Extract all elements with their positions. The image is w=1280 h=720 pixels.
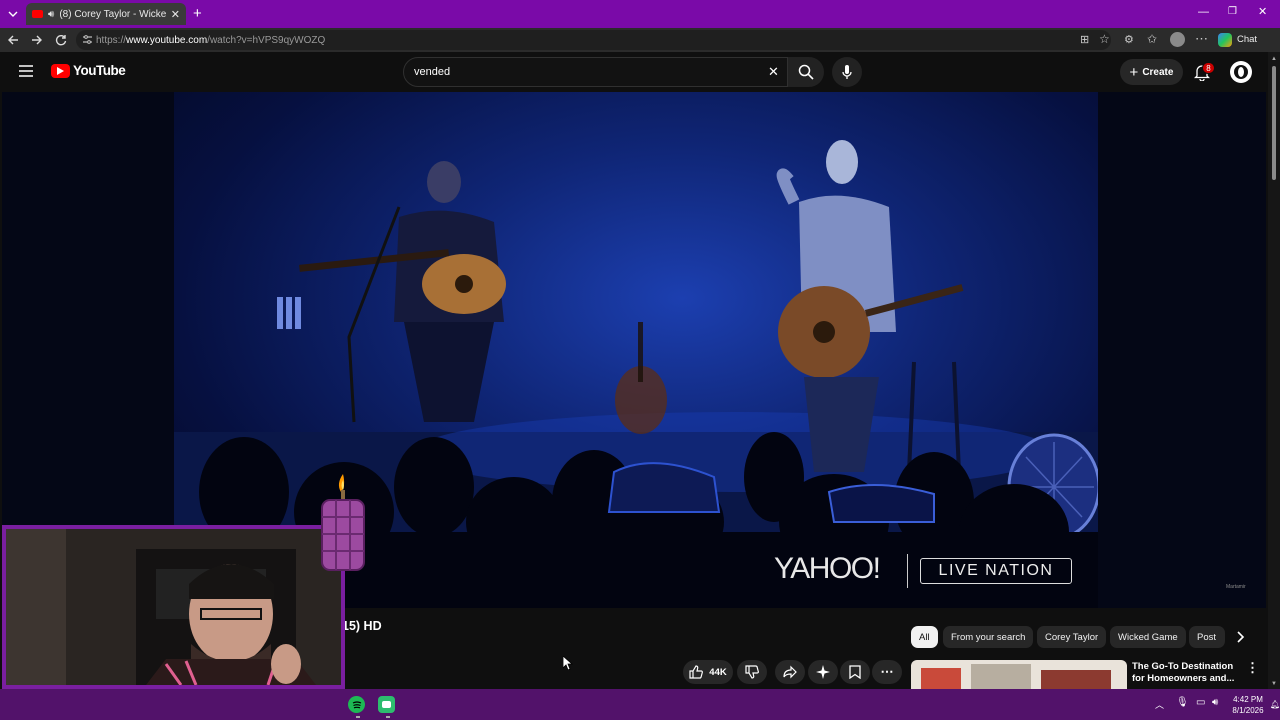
youtube-play-icon	[51, 63, 70, 78]
url-prefix: https://	[96, 34, 127, 46]
spotify-running-indicator	[356, 716, 360, 718]
clock-time: 4:42 PM	[1233, 695, 1263, 704]
more-actions-button[interactable]: ⋯	[872, 660, 902, 684]
extensions-icon[interactable]: ⚙	[1124, 33, 1134, 46]
youtube-logo[interactable]: YouTube	[51, 63, 126, 78]
clear-search-icon[interactable]: ✕	[768, 64, 779, 80]
ask-ai-button[interactable]	[808, 660, 838, 684]
forward-icon[interactable]	[30, 33, 44, 47]
bookmark-icon	[849, 665, 861, 679]
like-button[interactable]: 44K	[683, 660, 733, 684]
video-title: 15) HD	[342, 619, 382, 633]
back-icon[interactable]	[6, 33, 20, 47]
share-button[interactable]	[775, 660, 805, 684]
restore-icon[interactable]: ❐	[1228, 6, 1237, 17]
tab-list-chevron-icon[interactable]	[6, 7, 20, 21]
tray-display-icon[interactable]: ▭	[1196, 697, 1205, 708]
site-info-icon[interactable]	[82, 34, 93, 45]
close-tab-icon[interactable]: ✕	[171, 8, 180, 21]
mouse-cursor-icon	[563, 656, 573, 670]
notification-badge: 8	[1202, 62, 1215, 74]
speaker-icon[interactable]: 🔊︎	[48, 9, 54, 20]
microphone-icon	[842, 64, 852, 79]
search-icon	[798, 64, 814, 80]
youtube-favicon-icon	[32, 10, 43, 18]
chip-all[interactable]: All	[911, 626, 938, 648]
search-button[interactable]	[788, 57, 824, 87]
tray-microphone-icon[interactable]: 🎙︎	[1176, 697, 1189, 708]
copilot-icon[interactable]	[1218, 33, 1232, 47]
favorites-icon[interactable]: ✩	[1147, 32, 1157, 46]
tray-volume-icon[interactable]: 🔊︎	[1212, 697, 1218, 708]
address-bar[interactable]: https://www.youtube.com/watch?v=hVPS9qyW…	[76, 30, 1111, 50]
share-icon	[783, 665, 797, 679]
app-icon[interactable]	[378, 696, 395, 713]
tray-overflow-chevron-icon[interactable]: ︿	[1155, 698, 1164, 711]
search-value: vended	[414, 66, 451, 78]
recommendation-menu-icon[interactable]: ⋮	[1246, 660, 1259, 676]
save-button[interactable]	[840, 660, 870, 684]
close-window-icon[interactable]: ✕	[1258, 5, 1267, 18]
page-scrollbar[interactable]: ▲ ▼	[1268, 52, 1280, 689]
chip-post[interactable]: Post	[1189, 626, 1225, 648]
tab-title: (8) Corey Taylor - Wicked Gam	[59, 8, 166, 20]
thumbs-up-icon	[689, 665, 704, 679]
thumbs-down-icon	[745, 665, 759, 679]
minimize-icon[interactable]: —	[1198, 6, 1209, 18]
sparkle-icon	[816, 665, 830, 679]
more-menu-icon[interactable]: ⋯	[1195, 31, 1208, 47]
chip-from-your-search[interactable]: From your search	[943, 626, 1034, 648]
os-taskbar: ︿ 🎙︎ ▭ 🔊︎ 4:42 PM 8/1/2026 🔔︎	[0, 689, 1280, 720]
browser-tabstrip: 🔊︎ (8) Corey Taylor - Wicked Gam ✕ + — ❐…	[0, 0, 1280, 28]
more-dots-icon: ⋯	[880, 664, 894, 679]
hamburger-menu-icon[interactable]	[19, 65, 33, 77]
webcam-overlay	[2, 525, 345, 689]
account-avatar[interactable]	[1230, 61, 1252, 83]
tray-clock[interactable]: 4:42 PM 8/1/2026	[1230, 694, 1266, 716]
profile-avatar[interactable]	[1170, 32, 1185, 47]
notification-center-icon[interactable]: 🔔︎	[1270, 700, 1280, 709]
chat-button[interactable]: Chat	[1237, 34, 1257, 45]
corner-watermark: Martamir	[1226, 584, 1246, 590]
reload-icon[interactable]	[54, 33, 68, 47]
livenation-watermark: LIVE NATION	[920, 558, 1072, 584]
recommendation-thumbnail[interactable]	[911, 660, 1127, 689]
create-button[interactable]: + Create	[1120, 59, 1183, 85]
create-label: Create	[1142, 66, 1174, 78]
app-available-icon[interactable]: ⊞	[1080, 33, 1089, 46]
watermark-divider	[907, 554, 908, 588]
scrollbar-thumb[interactable]	[1272, 66, 1276, 180]
favorite-star-icon[interactable]: ☆	[1099, 32, 1110, 46]
browser-toolbar: https://www.youtube.com/watch?v=hVPS9qyW…	[0, 28, 1280, 52]
new-tab-button[interactable]: +	[193, 5, 202, 22]
streamer-webcam-illustration	[6, 529, 341, 685]
dynamite-emote-icon	[316, 472, 370, 576]
plus-icon: +	[1129, 63, 1139, 81]
chip-wicked-game[interactable]: Wicked Game	[1110, 626, 1186, 648]
clock-date: 8/1/2026	[1232, 706, 1264, 715]
url-path: /watch?v=hVPS9qyWOZQ	[207, 34, 326, 46]
recommendation-title[interactable]: The Go-To Destination for Homeowners and…	[1132, 661, 1244, 685]
url-host: www.youtube.com	[126, 34, 208, 46]
chip-corey-taylor[interactable]: Corey Taylor	[1037, 626, 1107, 648]
app-running-indicator	[386, 716, 390, 718]
voice-search-button[interactable]	[832, 57, 862, 87]
spotify-icon[interactable]	[348, 696, 365, 713]
youtube-header: YouTube vended ✕ + Create 8	[0, 52, 1280, 92]
browser-tab-active[interactable]: 🔊︎ (8) Corey Taylor - Wicked Gam ✕	[26, 3, 186, 25]
search-input[interactable]: vended ✕	[403, 57, 788, 87]
youtube-logo-text: YouTube	[73, 63, 126, 78]
like-count: 44K	[709, 666, 727, 678]
yahoo-watermark: YAHOO!	[774, 552, 881, 585]
chips-next-chevron-icon[interactable]	[1233, 630, 1247, 644]
dislike-button[interactable]	[737, 660, 767, 684]
